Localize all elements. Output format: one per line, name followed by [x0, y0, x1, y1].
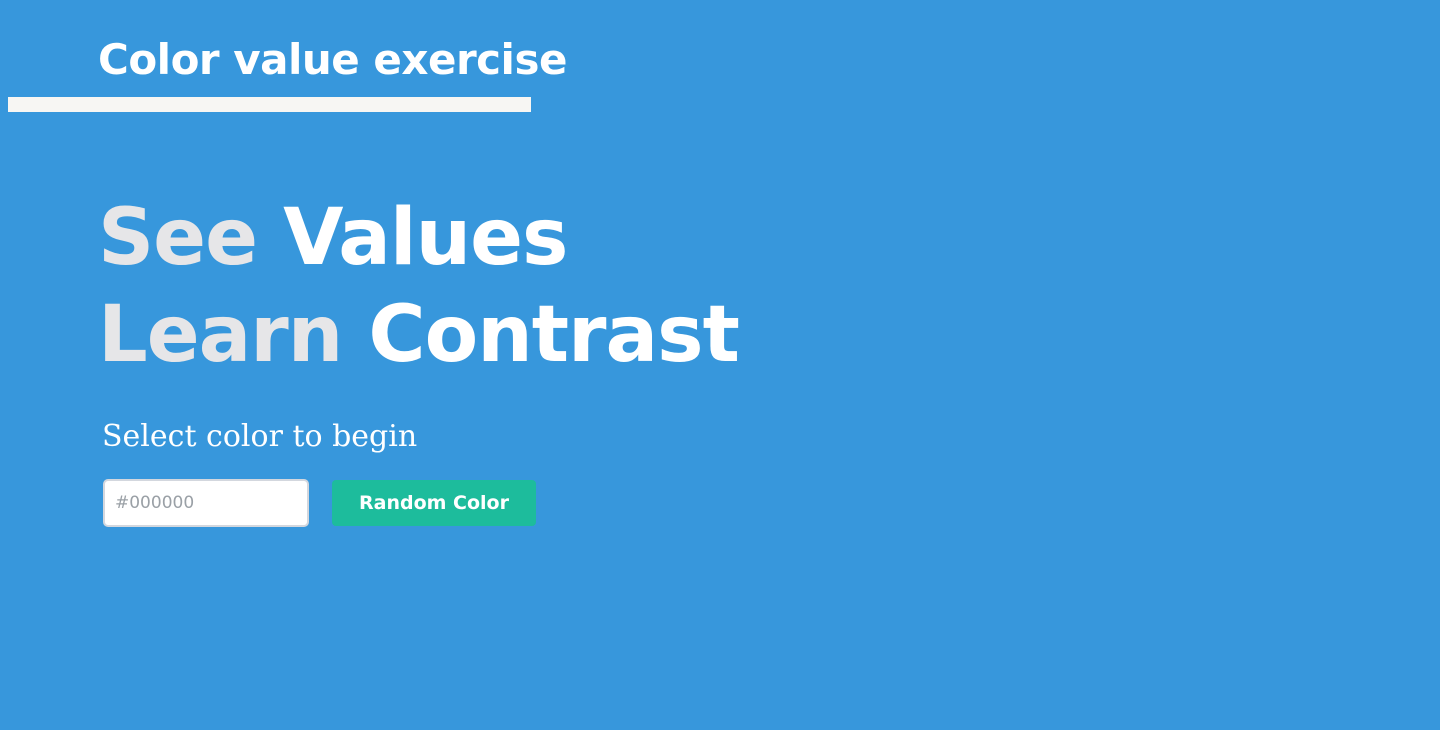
hex-color-input[interactable] [103, 479, 309, 527]
hero-word-learn: Learn [98, 290, 343, 380]
random-color-button[interactable]: Random Color [332, 480, 536, 526]
title-underline [8, 97, 531, 112]
hero-word-see: See [98, 193, 258, 283]
hero-line-2: Learn Contrast [98, 287, 740, 384]
hero-word-contrast: Contrast [368, 290, 739, 380]
hero-word-values: Values [283, 193, 568, 283]
hero-line-1: See Values [98, 190, 739, 287]
hero-heading: See Values Learn Contrast [98, 190, 740, 384]
select-color-prompt: Select color to begin [102, 419, 418, 454]
site-title: Color value exercise [98, 35, 567, 84]
